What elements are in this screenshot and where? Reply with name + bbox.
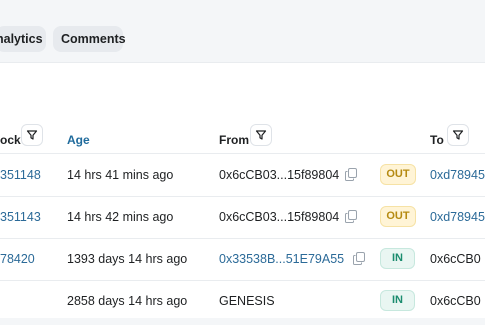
direction-badge: IN — [380, 290, 415, 311]
from-genesis: GENESIS — [219, 294, 275, 308]
column-header-age[interactable]: Age — [67, 133, 90, 147]
to-address-link[interactable]: 0xd78945 — [430, 196, 485, 238]
table-row: 351148 14 hrs 41 mins ago 0x6cCB03...15f… — [0, 154, 485, 197]
tabs-bar: nalytics Comments — [0, 0, 485, 62]
to-address[interactable]: 0x6cCB0 — [430, 280, 481, 322]
block-filter-button[interactable] — [21, 124, 43, 146]
direction-badge: OUT — [380, 164, 416, 185]
copy-icon[interactable] — [353, 252, 365, 265]
copy-icon[interactable] — [345, 168, 357, 181]
to-filter-button[interactable] — [447, 124, 469, 146]
filter-icon — [26, 130, 38, 140]
table-row: 2858 days 14 hrs ago GENESIS IN 0x6cCB0 — [0, 280, 485, 323]
column-header-block: ock — [0, 133, 21, 147]
table-row: 351143 14 hrs 42 mins ago 0x6cCB03...15f… — [0, 196, 485, 239]
tab-comments[interactable]: Comments — [53, 26, 126, 52]
direction-badge: IN — [380, 248, 415, 269]
table-row: 78420 1393 days 14 hrs ago 0x33538B...51… — [0, 238, 485, 281]
page-bottom-band — [0, 318, 485, 325]
from-address[interactable]: 0x6cCB03...15f89804 — [219, 154, 339, 196]
age-cell: 14 hrs 41 mins ago — [67, 168, 174, 182]
from-address-link[interactable]: 0x33538B...51E79A55 — [219, 238, 344, 280]
column-header-from: From — [219, 133, 249, 147]
column-header-to: To — [430, 133, 444, 147]
copy-icon[interactable] — [345, 210, 357, 223]
direction-badge: OUT — [380, 206, 416, 227]
block-link[interactable]: 351148 — [0, 154, 41, 196]
to-address-link[interactable]: 0xd78945 — [430, 154, 485, 196]
tab-analytics[interactable]: nalytics — [0, 26, 46, 52]
from-filter-button[interactable] — [250, 124, 272, 146]
filter-icon — [255, 130, 267, 140]
age-cell: 2858 days 14 hrs ago — [67, 294, 188, 308]
block-link[interactable]: 351143 — [0, 196, 41, 238]
transactions-table: ock Age From To 351148 14 hrs 41 mins ag… — [0, 62, 485, 326]
block-link[interactable]: 78420 — [0, 238, 35, 280]
to-address[interactable]: 0x6cCB0 — [430, 238, 481, 280]
age-cell: 14 hrs 42 mins ago — [67, 210, 174, 224]
from-address[interactable]: 0x6cCB03...15f89804 — [219, 196, 339, 238]
age-cell: 1393 days 14 hrs ago — [67, 252, 188, 266]
filter-icon — [452, 130, 464, 140]
